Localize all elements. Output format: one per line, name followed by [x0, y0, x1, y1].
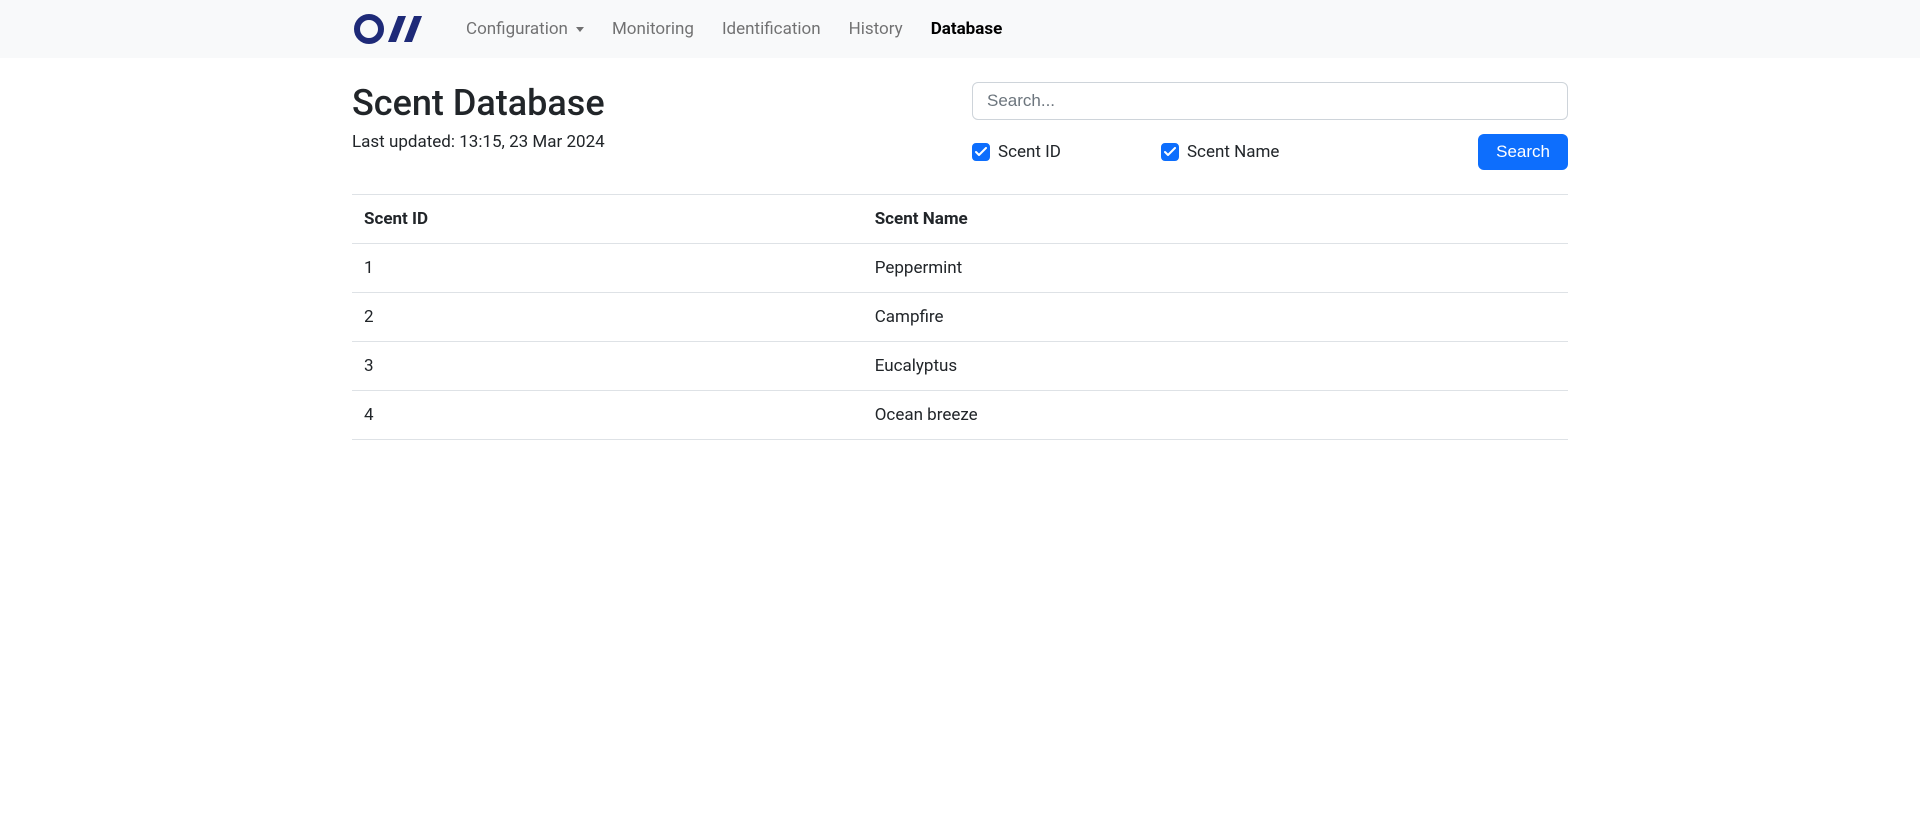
cell-id: 2: [352, 293, 863, 342]
cell-name: Ocean breeze: [863, 391, 1568, 440]
cell-id: 4: [352, 391, 863, 440]
nav-label: Configuration: [466, 19, 568, 39]
navbar: Configuration Monitoring Identification …: [0, 0, 1920, 58]
nav-configuration[interactable]: Configuration: [454, 11, 596, 47]
nav-identification[interactable]: Identification: [710, 11, 833, 47]
nav-label: Monitoring: [612, 19, 694, 39]
table-row: 1 Peppermint: [352, 244, 1568, 293]
page-title: Scent Database: [352, 82, 948, 124]
table-row: 4 Ocean breeze: [352, 391, 1568, 440]
logo[interactable]: [352, 8, 438, 50]
nav-list: Configuration Monitoring Identification …: [454, 11, 1014, 47]
cell-id: 3: [352, 342, 863, 391]
scent-table: Scent ID Scent Name 1 Peppermint 2 Campf…: [352, 195, 1568, 440]
checkbox-scent-name[interactable]: [1161, 143, 1179, 161]
main-content: Scent Database Last updated: 13:15, 23 M…: [0, 58, 1920, 440]
table-header-id: Scent ID: [352, 195, 863, 244]
table-row: 3 Eucalyptus: [352, 342, 1568, 391]
cell-name: Peppermint: [863, 244, 1568, 293]
checkbox-scent-id-label[interactable]: Scent ID: [998, 142, 1061, 162]
check-icon: [975, 147, 987, 157]
table-header-name: Scent Name: [863, 195, 1568, 244]
nav-monitoring[interactable]: Monitoring: [600, 11, 706, 47]
chevron-down-icon: [576, 27, 584, 32]
check-icon: [1164, 147, 1176, 157]
nav-history[interactable]: History: [837, 11, 915, 47]
nav-label: Identification: [722, 19, 821, 39]
cell-name: Campfire: [863, 293, 1568, 342]
logo-icon: [352, 12, 430, 46]
search-button[interactable]: Search: [1478, 134, 1568, 170]
cell-name: Eucalyptus: [863, 342, 1568, 391]
checkbox-scent-name-label[interactable]: Scent Name: [1187, 142, 1279, 162]
nav-database[interactable]: Database: [919, 11, 1015, 47]
search-input[interactable]: [972, 82, 1568, 120]
last-updated: Last updated: 13:15, 23 Mar 2024: [352, 132, 948, 152]
nav-label: History: [849, 19, 903, 39]
table-row: 2 Campfire: [352, 293, 1568, 342]
checkbox-scent-id[interactable]: [972, 143, 990, 161]
nav-label: Database: [931, 19, 1003, 39]
cell-id: 1: [352, 244, 863, 293]
